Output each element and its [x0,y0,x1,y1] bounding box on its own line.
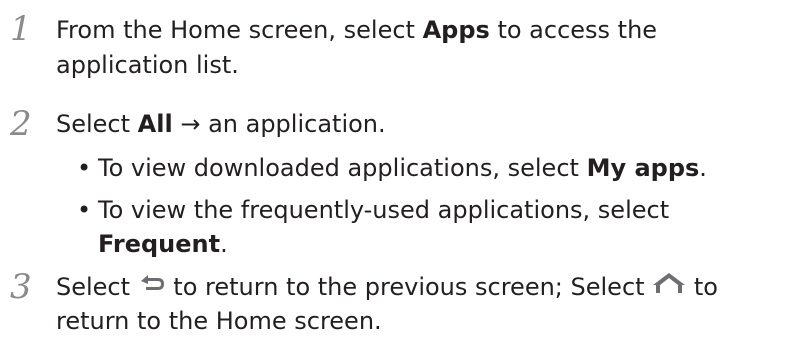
bullet-text: To view downloaded applications, select … [98,151,707,185]
home-icon [652,269,686,303]
text-segment: to [686,273,718,301]
step-text-line: Select All → an application. [56,107,386,141]
bold-term: My apps [586,154,700,182]
step-number: 2 [10,104,32,144]
text-segment: . [699,154,707,182]
step-text-line: From the Home screen, select Apps to acc… [56,13,657,47]
text-segment: → an application. [172,110,386,138]
text-segment: to return to the previous screen; Select [165,273,653,301]
back-icon [138,269,166,303]
text-segment: To view downloaded applications, select [98,154,587,182]
text-segment: Select [56,110,138,138]
text-segment: Select [56,273,138,301]
text-segment: to access the [489,16,658,44]
step-text-line: return to the Home screen. [56,304,382,338]
bold-term: Frequent [98,230,221,258]
step-text-line: Select to return to the previous screen;… [56,270,718,305]
text-segment: return to the Home screen. [56,307,382,335]
step-text-line: application list. [56,48,239,82]
bold-term: Apps [422,16,490,44]
text-segment: To view the frequently-used applications… [98,196,670,224]
step-number: 1 [10,9,32,49]
bold-term: All [137,110,173,138]
bullet-dot-icon: • [77,196,92,224]
step-number: 3 [10,267,32,307]
text-segment: . [220,230,228,258]
bullet-text: Frequent. [98,227,228,261]
bullet-text: To view the frequently-used applications… [98,193,669,227]
text-segment: application list. [56,51,239,79]
bullet-dot-icon: • [77,154,92,182]
text-segment: From the Home screen, select [56,16,423,44]
